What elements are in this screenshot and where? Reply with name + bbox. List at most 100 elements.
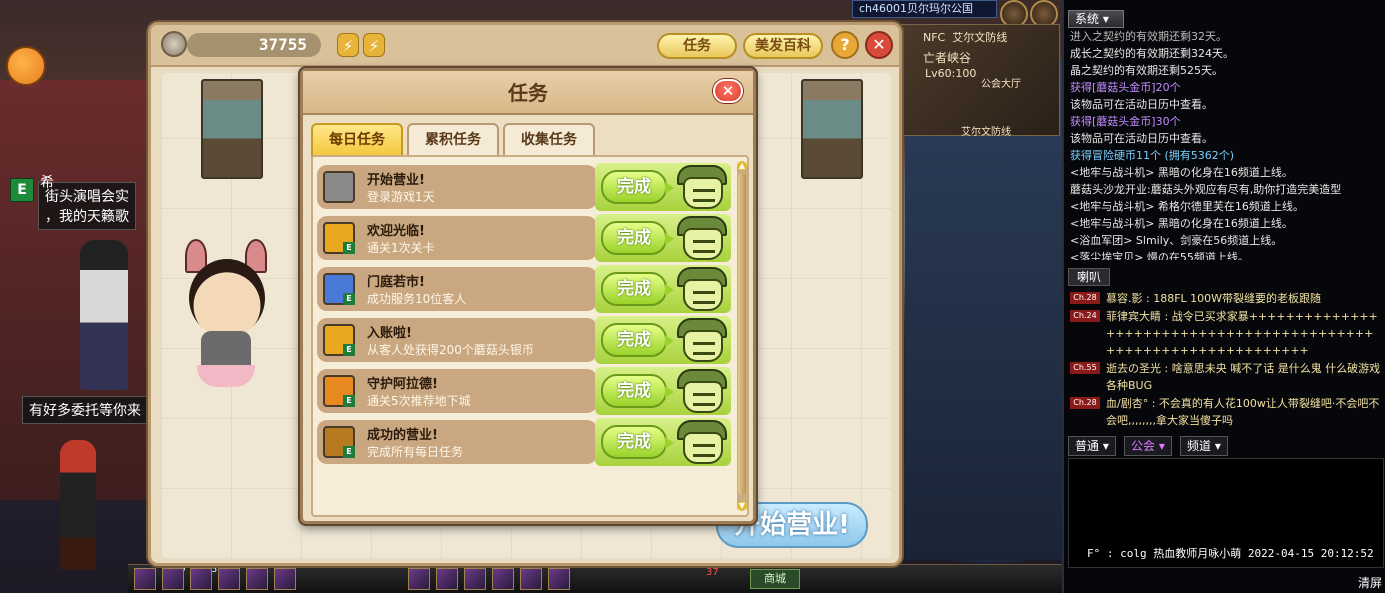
skill-slot[interactable] [520,568,542,590]
dialog-title: 任务 [508,81,548,105]
horn-text: 逝去の圣光 : 啥意思未央 喊不了话 是什么鬼 什么破游戏各种BUG [1106,362,1381,392]
scroll-thumb[interactable] [738,173,746,495]
chibi-skirt [197,365,255,387]
close-icon[interactable]: ✕ [713,79,743,103]
system-line: <地牢与战斗机> 黑暗の化身在16频道上线。 [1070,217,1293,230]
scroll-down-icon[interactable]: ▼ [737,501,747,511]
coin-icon [161,31,187,57]
system-tab[interactable]: 系统 ▾ [1068,10,1124,28]
chat-message-area[interactable]: F° : colg 热血教师月咏小萌 2022-04-15 20:12:52 [1068,458,1384,568]
tab-daily[interactable]: 每日任务 [311,123,403,157]
task-row: E 守护阿拉德! 通关5次推荐地下城 完成 [317,367,731,415]
system-line: <落尘埃宝贝> 熳の在55频道上线。 [1070,251,1249,260]
horn-message: Ch.28 血/剧杏° : 不会真的有人花100w让人带裂缝吧·不会吧不会吧,,… [1070,395,1382,429]
horn-text: 慕容.影 : 188FL 100W带裂缝要的老板跟随 [1106,292,1322,305]
tab-collection[interactable]: 收集任务 [503,123,595,157]
minimap[interactable]: NFC 艾尔文防线 亡者峡谷 Lv60:100 公会大厅 艾尔文防线 [900,24,1060,138]
task-info: E 成功的营业! 完成所有每日任务 [317,420,597,464]
skill-slot[interactable] [162,568,184,590]
task-desc: 完成所有每日任务 [367,445,464,459]
horn-log: Ch.28 慕容.影 : 188FL 100W带裂缝要的老板跟随 Ch.24 菲… [1070,290,1382,430]
sparkle-icon: E [323,273,355,305]
meme-face-icon [675,420,729,464]
shelf [201,79,263,179]
task-name: 门庭若市! [367,275,425,290]
task-desc: 通关5次推荐地下城 [367,394,471,408]
task-list: 开始营业! 登录游戏1天 完成 E 欢迎光临! 通关1次关卡 完成 E 门庭若市 [311,155,749,517]
horn-text: 菲律宾大睛 : 战令已买求家暴+++++++++++++++++++++++++… [1106,310,1378,357]
help-icon[interactable]: ? [831,31,859,59]
skill-slot[interactable] [246,568,268,590]
task-complete-area: 完成 [595,265,731,313]
task-name: 欢迎光临! [367,224,425,239]
complete-button[interactable]: 完成 [601,221,674,255]
skill-slot[interactable] [218,568,240,590]
skill-slot[interactable] [436,568,458,590]
task-info: E 守护阿拉德! 通关5次推荐地下城 [317,369,597,413]
skill-slot[interactable] [464,568,486,590]
complete-button[interactable]: 完成 [601,272,674,306]
tab-cumulative[interactable]: 累积任务 [407,123,499,157]
coin-count: 37755 [187,33,321,57]
watermark-text: F° : colg 热血教师月咏小萌 2022-04-15 20:12:52 [1087,547,1374,560]
meme-face-icon [675,267,729,311]
task-complete-area: 完成 [595,316,731,364]
npc-quest-bubble: 有好多委托等你来 [22,396,148,424]
npc-speech-line: 街头演唱会实 [45,189,129,205]
chibi-head [189,259,265,337]
skill-slot[interactable] [134,568,156,590]
skill-slot[interactable] [274,568,296,590]
minimap-area-name: 亡者峡谷 [923,51,972,65]
treasure-chest-icon: E [323,375,355,407]
task-button[interactable]: 任务 [657,33,737,59]
task-complete-area: 完成 [595,418,731,466]
task-row: E 成功的营业! 完成所有每日任务 完成 [317,418,731,466]
task-complete-area: 完成 [595,214,731,262]
clear-screen-button[interactable]: 清屏 [1358,574,1382,591]
complete-button[interactable]: 完成 [601,170,674,204]
event-badge-icon[interactable]: E [10,178,34,202]
complete-button[interactable]: 完成 [601,374,674,408]
shelf [801,79,863,179]
system-line: <地牢与战斗机> 希格尔德里芙在16频道上线。 [1070,200,1304,213]
npc-character[interactable] [80,240,128,390]
task-row: E 入账啦! 从客人处获得200个蘑菇头银币 完成 [317,316,731,364]
task-tabs: 每日任务 累积任务 收集任务 [311,121,751,157]
chibi-customer[interactable] [181,239,277,399]
system-line: 成长之契约的有效期还剩324天。 [1070,47,1234,60]
horn-message: Ch.28 慕容.影 : 188FL 100W带裂缝要的老板跟随 [1070,290,1382,307]
minimap-hall[interactable]: 公会大厅 [981,75,1021,90]
skill-slot[interactable] [408,568,430,590]
task-row: E 门庭若市! 成功服务10位客人 完成 [317,265,731,313]
system-line: 获得[蘑菇头金币]30个 [1070,115,1181,128]
horn-message: Ch.55 逝去の圣光 : 啥意思未央 喊不了话 是什么鬼 什么破游戏各种BUG [1070,360,1382,394]
skill-slot[interactable] [492,568,514,590]
tab-channel[interactable]: 频道 ▾ [1180,436,1228,456]
tab-normal[interactable]: 普通 ▾ [1068,436,1116,456]
complete-button[interactable]: 完成 [601,323,674,357]
close-icon[interactable]: ✕ [865,31,893,59]
task-scrollbar[interactable]: ▲ ▼ [737,161,747,511]
task-name: 成功的营业! [367,428,438,443]
channel-tag: Ch.28 [1070,292,1100,304]
skill-slot[interactable] [190,568,212,590]
encyclopedia-button[interactable]: 美发百科 [743,33,823,59]
mascot-icon[interactable] [6,46,46,86]
channel-indicator[interactable]: ch46001贝尔玛尔公国 [852,0,997,18]
meme-face-icon [675,165,729,209]
minimap-bottom-label: 艾尔文防线 [961,127,1011,138]
complete-button[interactable]: 完成 [601,425,674,459]
skill-slot[interactable] [548,568,570,590]
skill-hotbar: 9037 245 37 商城 [128,564,1062,593]
tab-guild[interactable]: 公会 ▾ [1124,436,1172,456]
player-character[interactable] [60,440,96,570]
shop-button[interactable]: 商城 [750,569,800,589]
system-line: <浴血军团> Slmily、剑豪在56频道上线。 [1070,234,1283,247]
minimap-label: NFC 艾尔文防线 [923,31,1008,44]
task-info: E 欢迎光临! 通关1次关卡 [317,216,597,260]
chat-tabs: 普通 ▾ 公会 ▾ 频道 ▾ [1068,436,1384,456]
horn-tab[interactable]: 喇叭 [1068,268,1110,286]
task-name: 开始营业! [367,173,425,188]
channel-tag: Ch.24 [1070,310,1100,322]
scroll-up-icon[interactable]: ▲ [737,161,747,171]
